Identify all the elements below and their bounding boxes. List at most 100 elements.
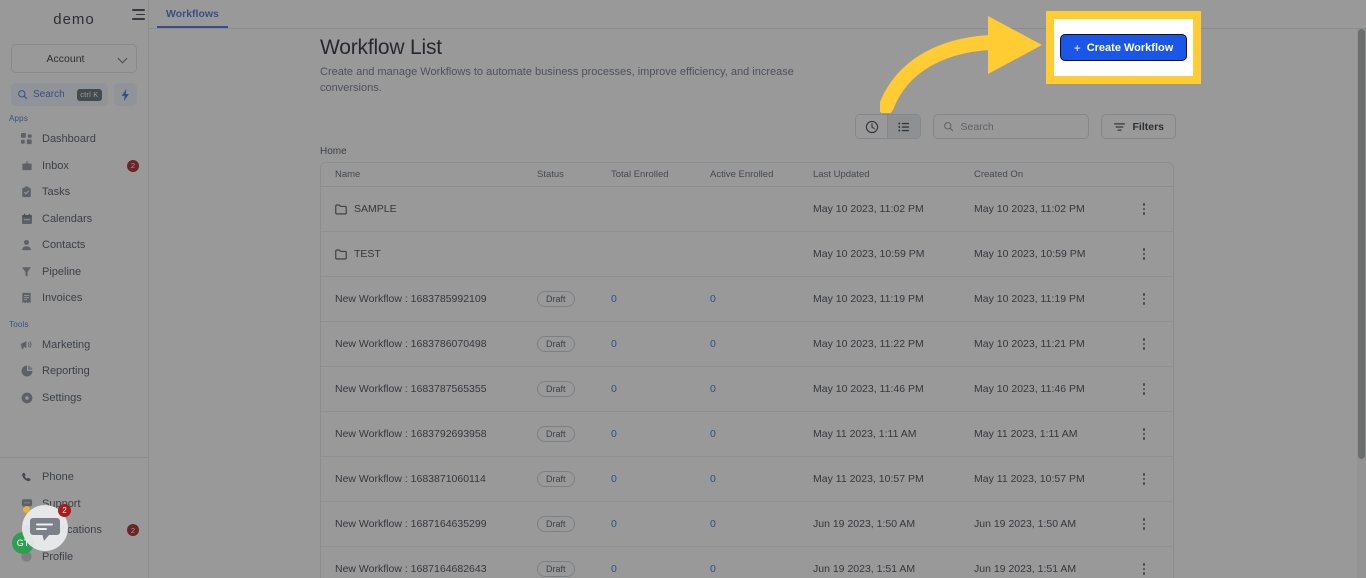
column-header-active-enrolled: Active Enrolled	[710, 169, 774, 180]
quick-action-button[interactable]	[114, 83, 137, 106]
cell-last-updated: May 11 2023, 10:57 PM	[813, 473, 924, 485]
cell-created-on: May 11 2023, 1:11 AM	[974, 428, 1078, 440]
sidebar-item-label: Dashboard	[42, 133, 96, 146]
sidebar-nav-tools: Marketing Reporting Settings	[0, 332, 148, 412]
search-input[interactable]: Search	[933, 114, 1090, 139]
table-row[interactable]: New Workflow : 1687164635299 Draft 0 0 Jun 1…	[321, 502, 1173, 547]
table-row[interactable]: New Workflow : 1683871060114 Draft 0 0 May 1…	[321, 457, 1173, 502]
cell-created-on: May 10 2023, 11:21 PM	[974, 338, 1085, 350]
cell-active-enrolled[interactable]: 0	[710, 428, 813, 440]
sidebar-item-calendars[interactable]: Calendars	[0, 206, 148, 233]
sidebar-item-marketing[interactable]: Marketing	[0, 332, 148, 359]
more-vertical-icon[interactable]	[1142, 203, 1145, 215]
cell-actions	[1134, 428, 1173, 440]
more-vertical-icon[interactable]	[1142, 518, 1145, 530]
account-selector-label: Account	[46, 52, 85, 65]
status-badge: Draft	[537, 471, 575, 487]
cell-active-enrolled[interactable]: 0	[710, 473, 813, 485]
cell-last-updated: May 10 2023, 11:02 PM	[813, 203, 924, 215]
column-header-total-enrolled: Total Enrolled	[611, 169, 669, 180]
highlight-callout: + Create Workflow	[1046, 11, 1201, 84]
table-row[interactable]: New Workflow : 1683792693958 Draft 0 0 May 1…	[321, 412, 1173, 457]
sidebar-item-phone[interactable]: Phone	[0, 464, 148, 491]
sidebar-search-input[interactable]: Search ctrl K	[11, 83, 108, 106]
sidebar-item-tasks[interactable]: Tasks	[0, 179, 148, 206]
table-row[interactable]: SAMPLE May 10 2023, 11:02 PM May 10 2023, …	[321, 187, 1173, 232]
search-placeholder: Search	[960, 120, 994, 133]
more-vertical-icon[interactable]	[1142, 293, 1145, 305]
more-vertical-icon[interactable]	[1142, 383, 1145, 395]
table-row[interactable]: New Workflow : 1683787565355 Draft 0 0 May 1…	[321, 367, 1173, 412]
list-toolbar: Search Filters	[855, 114, 1176, 139]
annotation-arrow	[880, 16, 1042, 113]
status-badge: Draft	[537, 291, 575, 307]
sidebar-item-pipeline[interactable]: Pipeline	[0, 259, 148, 286]
search-icon	[18, 90, 28, 100]
cell-total-enrolled[interactable]: 0	[611, 338, 710, 350]
workflow-name: New Workflow : 1683786070498	[335, 338, 487, 350]
cell-last-updated: May 11 2023, 1:11 AM	[813, 428, 917, 440]
cell-status: Draft	[537, 471, 611, 487]
scrollbar-thumb[interactable]	[1358, 29, 1365, 459]
sidebar-item-inbox[interactable]: Inbox 2	[0, 153, 148, 180]
list-icon	[898, 122, 910, 131]
chat-widget-button[interactable]: 2	[22, 504, 71, 551]
cell-total-enrolled[interactable]: 0	[611, 428, 710, 440]
cell-total-enrolled[interactable]: 0	[611, 473, 710, 485]
cell-last-updated: May 10 2023, 10:59 PM	[813, 248, 925, 260]
column-header-last-updated: Last Updated	[813, 169, 870, 180]
more-vertical-icon[interactable]	[1142, 248, 1145, 260]
table-row[interactable]: New Workflow : 1683786070498 Draft 0 0 May 1…	[321, 322, 1173, 367]
breadcrumb[interactable]: Home	[320, 146, 347, 157]
more-vertical-icon[interactable]	[1142, 428, 1145, 440]
sidebar-search-label: Search	[33, 89, 65, 100]
cell-total-enrolled[interactable]: 0	[611, 518, 710, 530]
sidebar-item-settings[interactable]: Settings	[0, 385, 148, 412]
account-selector[interactable]: Account	[11, 44, 137, 73]
lightning-bolt-icon	[121, 88, 129, 101]
cell-actions	[1134, 203, 1173, 215]
cell-name: New Workflow : 1683792693958	[335, 428, 537, 440]
tab-workflows[interactable]: Workflows	[157, 8, 228, 28]
cell-active-enrolled[interactable]: 0	[710, 563, 813, 575]
history-view-button[interactable]	[856, 115, 889, 138]
more-vertical-icon[interactable]	[1142, 563, 1145, 575]
cell-status: Draft	[537, 381, 611, 397]
table-row[interactable]: TEST May 10 2023, 10:59 PM May 10 2023, 10…	[321, 232, 1173, 277]
table-body: SAMPLE May 10 2023, 11:02 PM May 10 2023, …	[321, 187, 1173, 578]
cell-last-updated: May 10 2023, 11:46 PM	[813, 383, 924, 395]
more-vertical-icon[interactable]	[1142, 338, 1145, 350]
inbox-icon	[20, 159, 33, 172]
cell-name: TEST	[335, 248, 537, 260]
cell-name: New Workflow : 1683786070498	[335, 338, 537, 350]
cell-active-enrolled[interactable]: 0	[710, 518, 813, 530]
cell-created-on: May 10 2023, 11:46 PM	[974, 383, 1085, 395]
list-view-button[interactable]	[888, 115, 921, 138]
chevron-down-icon	[119, 54, 128, 63]
cell-actions	[1134, 293, 1173, 305]
calendar-icon	[20, 212, 33, 225]
cell-active-enrolled[interactable]: 0	[710, 383, 813, 395]
cell-active-enrolled[interactable]: 0	[710, 293, 813, 305]
pie-chart-icon	[20, 365, 33, 378]
sidebar-item-reporting[interactable]: Reporting	[0, 358, 148, 385]
notifications-badge: 2	[127, 524, 139, 537]
sidebar-item-dashboard[interactable]: Dashboard	[0, 126, 148, 153]
cell-active-enrolled[interactable]: 0	[710, 338, 813, 350]
create-workflow-button[interactable]: + Create Workflow	[1059, 34, 1188, 61]
sidebar-item-contacts[interactable]: Contacts	[0, 232, 148, 259]
vertical-scrollbar[interactable]	[1357, 29, 1366, 578]
cell-total-enrolled[interactable]: 0	[611, 383, 710, 395]
sidebar-item-label: Contacts	[42, 239, 86, 252]
cell-total-enrolled[interactable]: 0	[611, 293, 710, 305]
table-row[interactable]: New Workflow : 1683785992109 Draft 0 0 May 1…	[321, 277, 1173, 322]
hamburger-icon[interactable]	[132, 9, 146, 20]
table-header-row: Name Status Total Enrolled Active Enroll…	[321, 163, 1173, 187]
cell-status: Draft	[537, 561, 611, 577]
cell-last-updated: Jun 19 2023, 1:51 AM	[813, 563, 916, 575]
cell-total-enrolled[interactable]: 0	[611, 563, 710, 575]
more-vertical-icon[interactable]	[1142, 473, 1145, 485]
sidebar-item-invoices[interactable]: Invoices	[0, 285, 148, 312]
filters-button[interactable]: Filters	[1101, 114, 1176, 139]
table-row[interactable]: New Workflow : 1687164682643 Draft 0 0 Jun 1…	[321, 547, 1173, 578]
